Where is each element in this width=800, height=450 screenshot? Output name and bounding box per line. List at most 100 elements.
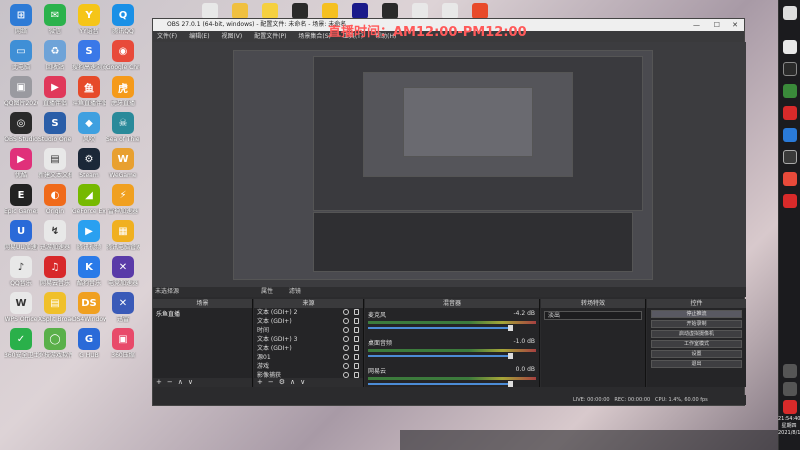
volume-slider[interactable]	[368, 381, 513, 387]
desktop-icon[interactable]: ☠ Sea of Thieves	[106, 112, 140, 143]
app-icon[interactable]	[262, 3, 278, 19]
properties-button[interactable]: 属性	[261, 288, 273, 295]
desktop-icon[interactable]: ◢ GeForce Experience	[72, 184, 106, 215]
desktop-icon[interactable]: U 网易UU加速器	[4, 220, 38, 251]
scene-item[interactable]: 乐鱼直播	[153, 308, 252, 319]
app-icon[interactable]	[232, 3, 248, 19]
source-item[interactable]: 文本 (GDI+) 2	[254, 308, 363, 317]
visibility-icon[interactable]	[343, 309, 349, 315]
slider-handle[interactable]	[507, 353, 513, 359]
stop-streaming-button[interactable]: 停止推流	[651, 310, 742, 318]
pinned-app-icon[interactable]	[783, 62, 797, 76]
visibility-icon[interactable]	[343, 336, 349, 342]
start-icon[interactable]	[783, 6, 797, 20]
visibility-icon[interactable]	[343, 345, 349, 351]
pinned-app-icon[interactable]	[783, 128, 797, 142]
studio-mode-button[interactable]: 工作室模式	[651, 340, 742, 348]
lock-icon[interactable]	[354, 309, 359, 315]
desktop-icon[interactable]: ▶ 优酷	[4, 148, 38, 179]
desktop-icon[interactable]: ↯ 迅游加速器	[38, 220, 72, 251]
desktop-icon[interactable]: ▶ 腾讯视频	[72, 220, 106, 251]
up-icon[interactable]: ∧	[290, 378, 295, 386]
desktop-icon[interactable]: S 搜狗高速浏览器	[72, 40, 106, 71]
add-icon[interactable]: +	[156, 378, 162, 386]
gear-icon[interactable]: ⚙	[279, 378, 285, 386]
visibility-icon[interactable]	[343, 318, 349, 324]
desktop-icon[interactable]: W WPS Office	[4, 292, 38, 323]
desktop-icon[interactable]: DS DS4Windows	[72, 292, 106, 323]
pinned-app-icon[interactable]	[783, 106, 797, 120]
desktop-icon[interactable]: ◆ 风吹	[72, 112, 106, 143]
desktop-icon[interactable]: ▣ QQ图片20200714	[4, 76, 38, 107]
desktop-icon[interactable]: E Epic Games Launcher	[4, 184, 38, 215]
tray-icon[interactable]	[783, 364, 797, 378]
source-item[interactable]: 文本 (GDI+) 3	[254, 335, 363, 344]
add-icon[interactable]: +	[257, 378, 263, 386]
menu-file[interactable]: 文件(F)	[157, 33, 177, 40]
lock-icon[interactable]	[354, 354, 359, 360]
preview-canvas[interactable]	[153, 42, 746, 287]
transition-select[interactable]: 淡出	[544, 311, 642, 320]
clock[interactable]: 21:54:40 星期四 2021/8/1	[778, 416, 800, 437]
remove-icon[interactable]: −	[268, 378, 274, 386]
down-icon[interactable]: ∨	[300, 378, 305, 386]
app-icon[interactable]	[442, 3, 458, 19]
menu-profile[interactable]: 配置文件(P)	[254, 33, 286, 40]
lock-icon[interactable]	[354, 336, 359, 342]
app-icon[interactable]	[322, 3, 338, 19]
volume-slider[interactable]	[368, 325, 513, 331]
desktop-icon[interactable]: ♻ 回收站	[38, 40, 72, 71]
desktop-icon[interactable]: ▶ 直播伴侣	[38, 76, 72, 107]
desktop-icon[interactable]: ♪ QQ音乐	[4, 256, 38, 287]
app-icon[interactable]	[412, 3, 428, 19]
desktop-icon[interactable]: ⚡ 雷神加速器	[106, 184, 140, 215]
lock-icon[interactable]	[354, 363, 359, 369]
desktop-icon[interactable]: ⊞ 网络	[4, 4, 38, 35]
desktop-icon[interactable]: ⚙ Steam	[72, 148, 106, 179]
app-icon[interactable]	[352, 3, 368, 19]
lock-icon[interactable]	[354, 318, 359, 324]
desktop-icon[interactable]: ✉ 微信	[38, 4, 72, 35]
pinned-app-icon[interactable]	[783, 84, 797, 98]
filters-button[interactable]: 滤镜	[289, 288, 301, 295]
remove-icon[interactable]: −	[167, 378, 173, 386]
slider-handle[interactable]	[507, 325, 513, 331]
slider-handle[interactable]	[507, 381, 513, 387]
desktop-icon[interactable]: ▦ 腾讯电脑管家	[106, 220, 140, 251]
app-icon[interactable]	[292, 3, 308, 19]
tray-icon[interactable]	[783, 400, 797, 414]
menu-scene-collection[interactable]: 场景集合(S)	[298, 33, 331, 40]
app-icon[interactable]	[382, 3, 398, 19]
desktop-icon[interactable]: Y YY语音	[72, 4, 106, 35]
maximize-icon[interactable]: ☐	[714, 19, 720, 31]
visibility-icon[interactable]	[343, 327, 349, 333]
close-icon[interactable]: ✕	[732, 19, 738, 31]
desktop-icon[interactable]: S Studio One 2	[38, 112, 72, 143]
exit-button[interactable]: 退出	[651, 360, 742, 368]
desktop-icon[interactable]: ◐ Origin	[38, 184, 72, 215]
source-item[interactable]: 游戏	[254, 362, 363, 371]
lock-icon[interactable]	[354, 327, 359, 333]
source-item[interactable]: 时间	[254, 326, 363, 335]
source-item[interactable]: 源01	[254, 353, 363, 362]
virtual-camera-button[interactable]: 启动虚拟摄像机	[651, 330, 742, 338]
app-icon[interactable]	[472, 3, 488, 19]
pinned-app-icon[interactable]	[783, 172, 797, 186]
desktop-icon[interactable]: G G HUB	[72, 328, 106, 359]
tray-icon[interactable]	[783, 382, 797, 396]
start-recording-button[interactable]: 开始录制	[651, 320, 742, 328]
desktop-icon[interactable]: ✕ 电竞加速器	[106, 256, 140, 287]
desktop-icon[interactable]: ▣ 360压缩	[106, 328, 140, 359]
desktop-icon[interactable]: ♫ 网易云音乐	[38, 256, 72, 287]
desktop-icon[interactable]: ▤ XSplit Broadcaster	[38, 292, 72, 323]
pinned-app-icon[interactable]	[783, 40, 797, 54]
minimize-icon[interactable]: —	[693, 19, 700, 31]
source-item[interactable]: 文本 (GDI+)	[254, 344, 363, 353]
desktop-icon[interactable]: W WeGame	[106, 148, 140, 179]
pinned-app-icon[interactable]	[783, 194, 797, 208]
settings-button[interactable]: 设置	[651, 350, 742, 358]
menu-view[interactable]: 视图(V)	[221, 33, 242, 40]
app-icon[interactable]	[202, 3, 218, 19]
visibility-icon[interactable]	[343, 354, 349, 360]
desktop-icon[interactable]: 虎虎牙直播	[106, 76, 140, 107]
